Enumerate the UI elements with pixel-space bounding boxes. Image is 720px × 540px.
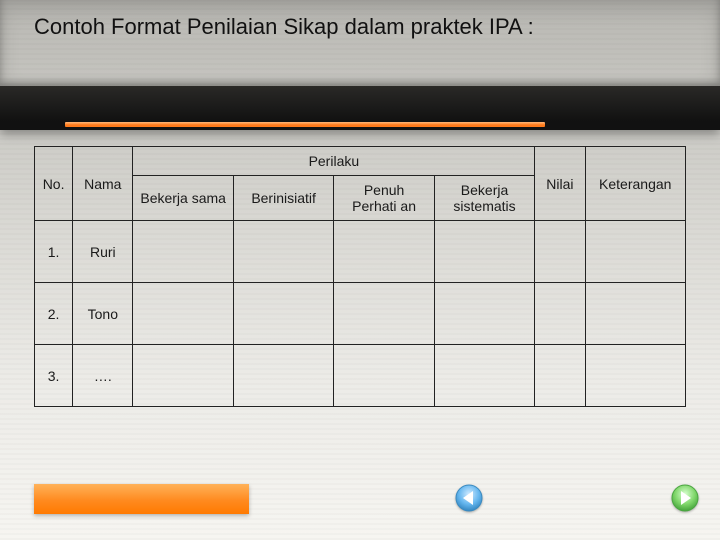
table-row: 1. Ruri bbox=[35, 221, 686, 283]
col-keterangan: Keterangan bbox=[585, 147, 686, 221]
col-bekerja-sistematis: Bekerja sistematis bbox=[434, 176, 534, 221]
cell-no: 3. bbox=[35, 345, 73, 407]
cell-c2 bbox=[233, 345, 333, 407]
accent-underline bbox=[65, 122, 545, 127]
arrow-right-icon bbox=[670, 483, 700, 513]
table-row: 2. Tono bbox=[35, 283, 686, 345]
arrow-left-icon bbox=[454, 483, 484, 513]
col-berinisiatif: Berinisiatif bbox=[233, 176, 333, 221]
cell-c4 bbox=[434, 283, 534, 345]
col-bekerja-sama: Bekerja sama bbox=[133, 176, 233, 221]
cell-no: 1. bbox=[35, 221, 73, 283]
prev-button[interactable] bbox=[454, 483, 484, 518]
cell-c3 bbox=[334, 345, 434, 407]
col-no: No. bbox=[35, 147, 73, 221]
next-button[interactable] bbox=[670, 483, 700, 518]
table-row: 3. …. bbox=[35, 345, 686, 407]
cell-c1 bbox=[133, 283, 233, 345]
col-penuh-perhatian: Penuh Perhati an bbox=[334, 176, 434, 221]
page-title: Contoh Format Penilaian Sikap dalam prak… bbox=[34, 14, 686, 40]
assessment-table: No. Nama Perilaku Nilai Keterangan Beker… bbox=[34, 146, 686, 407]
cell-c2 bbox=[233, 221, 333, 283]
cell-nama: Ruri bbox=[73, 221, 133, 283]
cell-c1 bbox=[133, 345, 233, 407]
cell-nama: Tono bbox=[73, 283, 133, 345]
cell-c3 bbox=[334, 221, 434, 283]
cell-ket bbox=[585, 345, 686, 407]
col-nilai: Nilai bbox=[535, 147, 585, 221]
cell-c1 bbox=[133, 221, 233, 283]
cell-nilai bbox=[535, 345, 585, 407]
cell-nilai bbox=[535, 221, 585, 283]
cell-c4 bbox=[434, 221, 534, 283]
cell-c4 bbox=[434, 345, 534, 407]
accent-footer-bar bbox=[34, 484, 249, 514]
col-perilaku: Perilaku bbox=[133, 147, 535, 176]
cell-no: 2. bbox=[35, 283, 73, 345]
cell-nama: …. bbox=[73, 345, 133, 407]
col-nama: Nama bbox=[73, 147, 133, 221]
cell-ket bbox=[585, 283, 686, 345]
cell-nilai bbox=[535, 283, 585, 345]
cell-ket bbox=[585, 221, 686, 283]
cell-c2 bbox=[233, 283, 333, 345]
cell-c3 bbox=[334, 283, 434, 345]
